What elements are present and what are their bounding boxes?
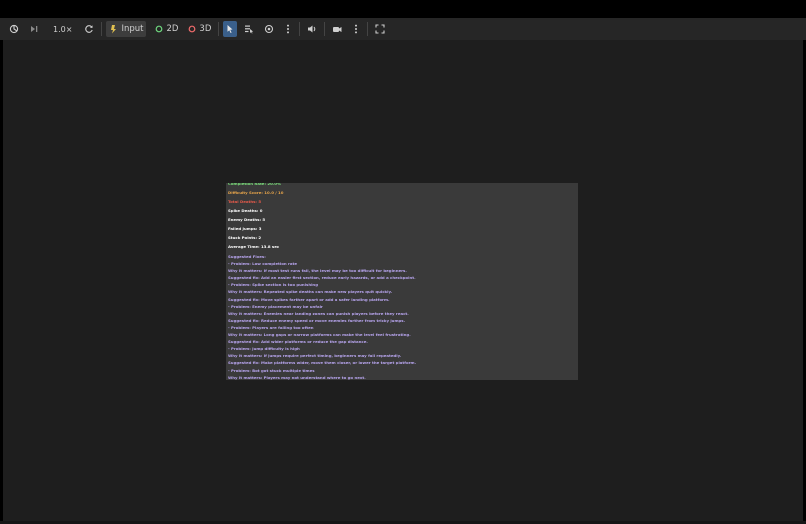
report-stat-line: Failed Jumps: 3 [228, 226, 262, 231]
list-select-button[interactable] [241, 21, 257, 37]
report-stat-line: Spike Deaths: 0 [228, 208, 263, 213]
remote-debug-icon [9, 24, 19, 34]
list-select-icon [244, 24, 254, 34]
camera-icon [332, 24, 342, 34]
input-toggle-button[interactable]: Input [106, 21, 147, 37]
fullscreen-icon [375, 24, 385, 34]
reset-speed-button[interactable] [81, 21, 97, 37]
input-label: Input [121, 24, 144, 34]
report-fix-line: Suggested fix: Make platforms wider, mov… [228, 360, 417, 366]
step-frame-button[interactable] [26, 21, 42, 37]
report-fix-line: - Problem: Players are falling too often [228, 324, 314, 330]
select-mode-button[interactable] [223, 21, 238, 37]
report-fix-line: - Problem: Bot got stuck multiple times [228, 367, 315, 373]
speaker-icon [307, 24, 317, 34]
report-fix-line: Suggested Fixes: [228, 254, 266, 259]
report-stat-line: Average Time: 13.8 sec [228, 244, 280, 249]
report-fix-line: Suggested fix: Move spikes farther apart… [228, 296, 390, 302]
report-fix-line: Why it matters: Long gaps or narrow plat… [228, 332, 411, 338]
input-icon [109, 24, 118, 34]
step-icon [29, 24, 39, 34]
mute-audio-button[interactable] [304, 21, 320, 37]
mode-2d-button[interactable]: 2D [152, 21, 181, 37]
report-fix-line: - Problem: Jump difficulty is high [228, 346, 300, 352]
eye-icon [264, 24, 274, 34]
remote-debug-button[interactable] [6, 21, 22, 37]
camera-override-button[interactable] [329, 21, 345, 37]
report-fix-line: - Problem: Enemy placement may be unfair [228, 303, 323, 309]
mode-3d-button[interactable]: 3D [185, 21, 214, 37]
toolbar-separator [218, 22, 220, 36]
reset-icon [84, 24, 94, 34]
report-fix-line: Why it matters: Enemies near landing zon… [228, 310, 409, 316]
report-stat-line: Difficulty Score: 10.0 / 10 [228, 190, 284, 195]
visibility-button[interactable] [261, 21, 277, 37]
report-fix-line: Suggested fix: Add wider platforms or re… [228, 339, 368, 345]
report-suggested-fixes: Suggested Fixes: - Problem: Low completio… [228, 253, 576, 380]
toolbar-separator [101, 22, 103, 36]
report-fix-line: Suggested fix: Add an easier first secti… [228, 275, 416, 281]
report-stat-line: Stuck Points: 2 [228, 235, 262, 240]
toolbar-separator [299, 22, 301, 36]
mode-2d-label: 2D [166, 24, 179, 34]
speed-button[interactable]: 1.0× [50, 21, 75, 37]
more-icon [354, 24, 358, 34]
report-fix-line: - Problem: Low completion rate [228, 261, 298, 267]
mode-3d-label: 3D [199, 24, 212, 34]
more-icon [286, 24, 290, 34]
report-fix-line: Why it matters: Players may not understa… [228, 374, 366, 380]
playtest-report-panel: Completion Rate: 20.0% Difficulty Score: … [226, 183, 578, 380]
toolbar-separator [367, 22, 369, 36]
report-stat-line: Total Deaths: 5 [228, 199, 262, 204]
report-fix-line: Suggested fix: Reduce enemy speed or mov… [228, 317, 406, 323]
circle-3d-icon [188, 25, 196, 33]
report-fix-line: Why it matters: If jumps require perfect… [228, 353, 402, 359]
select-arrow-icon [226, 24, 234, 34]
report-fix-line: Why it matters: If most test runs fail, … [228, 268, 407, 274]
playtest-report-content: Completion Rate: 20.0% Difficulty Score: … [228, 183, 576, 380]
report-stat-line: Enemy Deaths: 5 [228, 217, 266, 222]
report-stats: Completion Rate: 20.0% Difficulty Score: … [228, 183, 576, 251]
circle-2d-icon [155, 25, 163, 33]
more-options-button[interactable] [281, 21, 295, 37]
report-fix-line: - Problem: Spike section is too punishin… [228, 282, 318, 288]
camera-options-button[interactable] [349, 21, 363, 37]
window-top-bar [0, 0, 806, 18]
game-toolbar: 1.0× Input 2D 3D [0, 18, 806, 40]
report-fix-line: Why it matters: Repeated spike deaths ca… [228, 289, 393, 295]
toolbar-separator [324, 22, 326, 36]
fullscreen-button[interactable] [372, 21, 388, 37]
